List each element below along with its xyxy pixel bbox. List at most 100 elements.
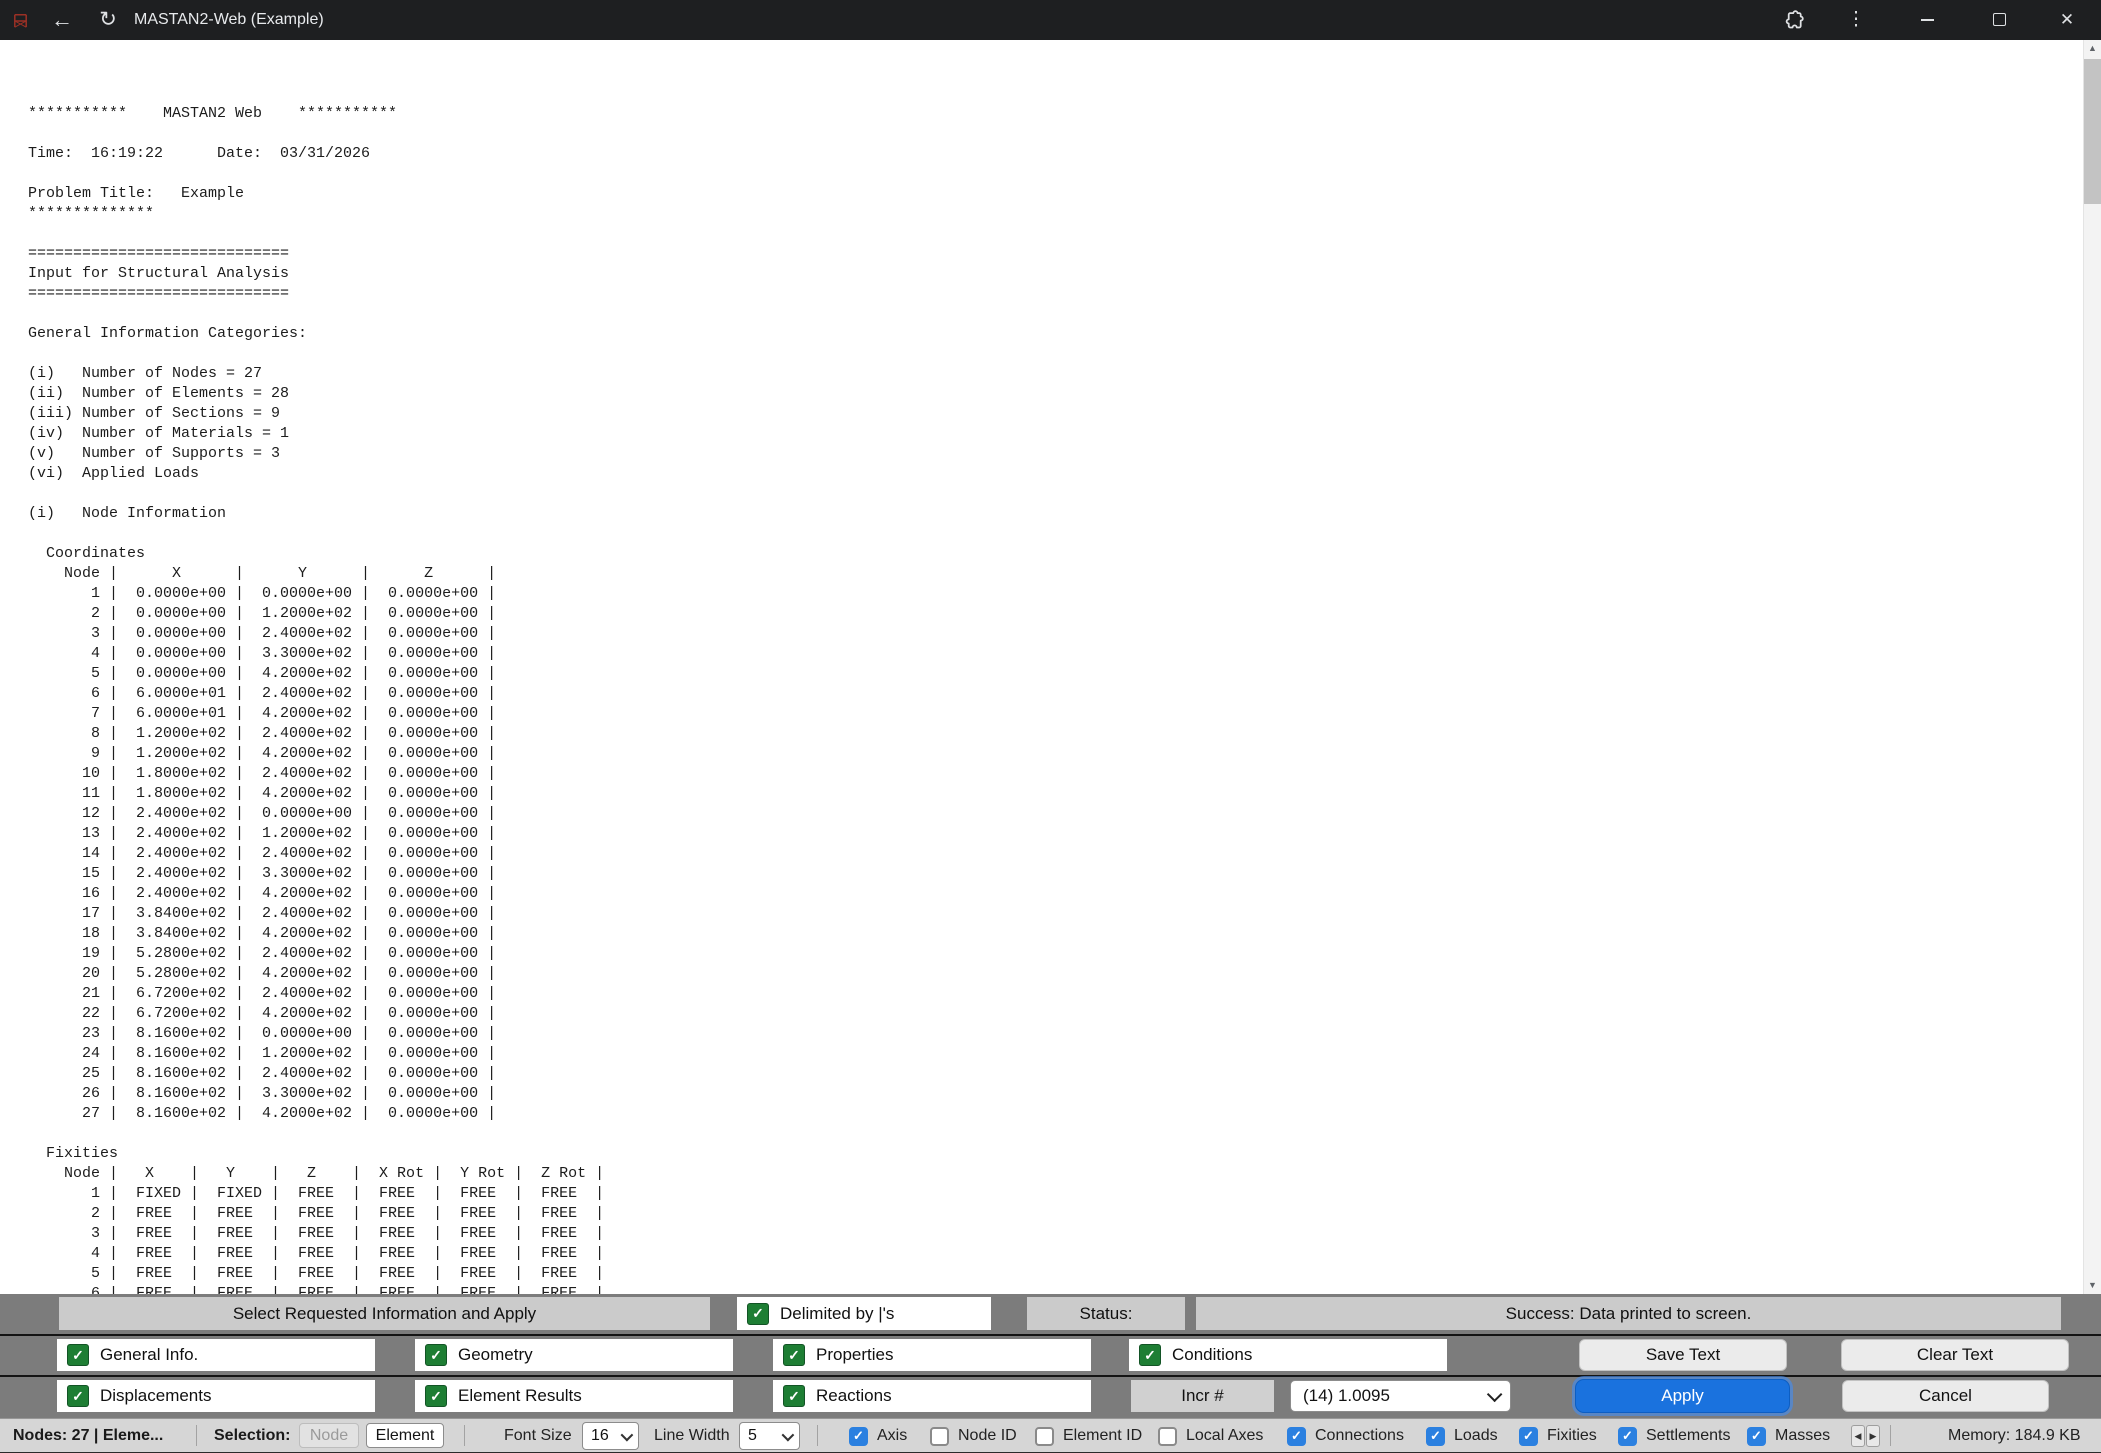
- geometry-label: Geometry: [458, 1345, 533, 1365]
- axis-label: Axis: [877, 1427, 907, 1445]
- displacements-checkbox-box[interactable]: ✓ Displacements: [57, 1380, 375, 1412]
- general-info-label: General Info.: [100, 1345, 198, 1365]
- element-results-checkbox-box[interactable]: ✓ Element Results: [415, 1380, 733, 1412]
- toggle-fixities[interactable]: ✓ Fixities: [1519, 1419, 1597, 1453]
- properties-checkbox-box[interactable]: ✓ Properties: [773, 1339, 1091, 1371]
- divider: [464, 1425, 465, 1446]
- node-id-checkbox-icon[interactable]: [930, 1427, 949, 1446]
- line-width-label: Line Width: [654, 1419, 730, 1452]
- prev-arrow-button[interactable]: ◀: [1851, 1425, 1865, 1447]
- analysis-output: *********** MASTAN2 Web *********** Time…: [0, 40, 2101, 1294]
- reactions-label: Reactions: [816, 1386, 892, 1406]
- font-size-value: 16: [591, 1427, 609, 1445]
- increment-select-value: (14) 1.0095: [1303, 1386, 1390, 1406]
- panel-divider: [0, 1334, 2101, 1336]
- axis-checkbox-icon[interactable]: ✓: [849, 1427, 868, 1446]
- toggle-node-id[interactable]: Node ID: [930, 1419, 1017, 1453]
- conditions-checkbox-box[interactable]: ✓ Conditions: [1129, 1339, 1447, 1371]
- connections-label: Connections: [1315, 1427, 1404, 1445]
- titlebar: ← ↻ MASTAN2-Web (Example) ⋮ ✕: [0, 0, 2101, 40]
- refresh-icon[interactable]: ↻: [94, 0, 122, 40]
- window-title: MASTAN2-Web (Example): [134, 0, 324, 40]
- node-mode-button[interactable]: Node: [299, 1423, 359, 1448]
- loads-checkbox-icon[interactable]: ✓: [1426, 1427, 1445, 1446]
- font-size-select[interactable]: 16: [582, 1422, 639, 1450]
- status-message: Success: Data printed to screen.: [1196, 1297, 2061, 1330]
- toggle-axis[interactable]: ✓ Axis: [849, 1419, 907, 1453]
- increment-select[interactable]: (14) 1.0095: [1290, 1380, 1511, 1412]
- reactions-checkbox-icon[interactable]: ✓: [783, 1385, 805, 1407]
- font-size-label: Font Size: [504, 1419, 572, 1452]
- masses-label: Masses: [1775, 1427, 1830, 1445]
- settlements-label: Settlements: [1646, 1427, 1730, 1445]
- general-info-checkbox-box[interactable]: ✓ General Info.: [57, 1339, 375, 1371]
- geometry-checkbox-icon[interactable]: ✓: [425, 1344, 447, 1366]
- cancel-button[interactable]: Cancel: [1842, 1380, 2049, 1412]
- properties-label: Properties: [816, 1345, 893, 1365]
- status-label: Status:: [1027, 1297, 1185, 1330]
- close-button[interactable]: ✕: [2052, 0, 2082, 40]
- conditions-checkbox-icon[interactable]: ✓: [1139, 1344, 1161, 1366]
- properties-checkbox-icon[interactable]: ✓: [783, 1344, 805, 1366]
- divider: [817, 1425, 818, 1446]
- save-text-button[interactable]: Save Text: [1579, 1339, 1787, 1371]
- next-arrow-button[interactable]: ▶: [1866, 1425, 1880, 1447]
- back-icon[interactable]: ←: [48, 0, 76, 40]
- incr-label: Incr #: [1131, 1380, 1274, 1412]
- element-results-checkbox-icon[interactable]: ✓: [425, 1385, 447, 1407]
- local-axes-checkbox-icon[interactable]: [1158, 1427, 1177, 1446]
- select-requested-info-button[interactable]: Select Requested Information and Apply: [59, 1297, 710, 1330]
- clear-text-button[interactable]: Clear Text: [1841, 1339, 2069, 1371]
- scroll-down-icon[interactable]: ▼: [2084, 1277, 2101, 1294]
- local-axes-label: Local Axes: [1186, 1427, 1263, 1445]
- general-info-checkbox-icon[interactable]: ✓: [67, 1344, 89, 1366]
- element-id-label: Element ID: [1063, 1427, 1142, 1445]
- element-id-checkbox-icon[interactable]: [1035, 1427, 1054, 1446]
- app-logo-icon: [11, 11, 30, 30]
- browser-menu-icon[interactable]: ⋮: [1844, 0, 1868, 40]
- chevron-down-icon: [621, 1428, 634, 1441]
- connections-checkbox-icon[interactable]: ✓: [1287, 1427, 1306, 1446]
- element-mode-button[interactable]: Element: [366, 1423, 444, 1448]
- delimited-checkbox-box[interactable]: ✓ Delimited by |'s: [737, 1297, 991, 1330]
- scrollbar-thumb[interactable]: [2084, 59, 2101, 204]
- geometry-checkbox-box[interactable]: ✓ Geometry: [415, 1339, 733, 1371]
- toggle-settlements[interactable]: ✓ Settlements: [1618, 1419, 1730, 1453]
- divider: [1890, 1425, 1891, 1446]
- control-panel: Select Requested Information and Apply ✓…: [0, 1294, 2101, 1418]
- delimited-checkbox-icon[interactable]: ✓: [747, 1303, 769, 1325]
- chevron-down-icon: [1487, 1386, 1503, 1402]
- masses-checkbox-icon[interactable]: ✓: [1747, 1427, 1766, 1446]
- maximize-button[interactable]: [1984, 0, 2014, 40]
- fixities-checkbox-icon[interactable]: ✓: [1519, 1427, 1538, 1446]
- loads-label: Loads: [1454, 1427, 1498, 1445]
- divider: [196, 1425, 197, 1446]
- conditions-label: Conditions: [1172, 1345, 1252, 1365]
- memory-indicator: Memory: 184.9 KB: [1948, 1419, 2081, 1452]
- line-width-select[interactable]: 5: [739, 1422, 800, 1450]
- toggle-local-axes[interactable]: Local Axes: [1158, 1419, 1263, 1453]
- chevron-down-icon: [782, 1428, 795, 1441]
- delimited-checkbox-label: Delimited by |'s: [780, 1304, 894, 1324]
- toggle-element-id[interactable]: Element ID: [1035, 1419, 1142, 1453]
- model-counts: Nodes: 27 | Eleme...: [13, 1419, 163, 1452]
- apply-button[interactable]: Apply: [1576, 1380, 1789, 1412]
- reactions-checkbox-box[interactable]: ✓ Reactions: [773, 1380, 1091, 1412]
- scroll-up-icon[interactable]: ▲: [2084, 40, 2101, 57]
- fixities-label: Fixities: [1547, 1427, 1597, 1445]
- minimize-button[interactable]: [1912, 0, 1942, 40]
- status-bar: Nodes: 27 | Eleme... Selection: Node Ele…: [0, 1418, 2101, 1452]
- displacements-checkbox-icon[interactable]: ✓: [67, 1385, 89, 1407]
- output-area: *********** MASTAN2 Web *********** Time…: [0, 40, 2101, 1294]
- displacements-label: Displacements: [100, 1386, 212, 1406]
- line-width-value: 5: [748, 1427, 757, 1445]
- toggle-connections[interactable]: ✓ Connections: [1287, 1419, 1404, 1453]
- selection-label: Selection:: [214, 1419, 290, 1452]
- toggle-masses[interactable]: ✓ Masses: [1747, 1419, 1830, 1453]
- extensions-icon[interactable]: [1782, 9, 1804, 31]
- settlements-checkbox-icon[interactable]: ✓: [1618, 1427, 1637, 1446]
- element-results-label: Element Results: [458, 1386, 582, 1406]
- scrollbar[interactable]: ▲ ▼: [2083, 40, 2101, 1294]
- panel-divider: [0, 1375, 2101, 1377]
- toggle-loads[interactable]: ✓ Loads: [1426, 1419, 1498, 1453]
